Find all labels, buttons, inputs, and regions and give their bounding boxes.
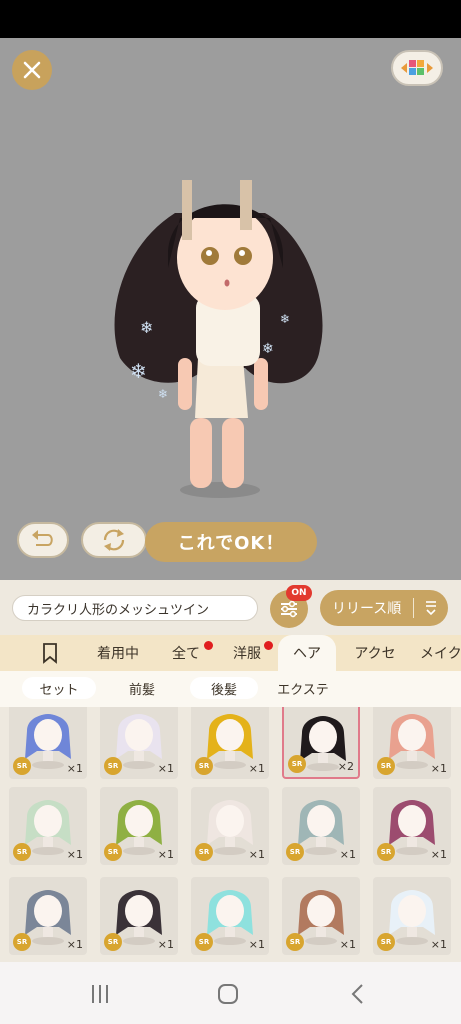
item-count: ×1 <box>157 848 174 861</box>
hair-item-card[interactable]: SR ×1 <box>191 787 269 865</box>
svg-text:❄: ❄ <box>140 318 153 337</box>
rarity-badge: SR <box>377 843 395 861</box>
rarity-badge: SR <box>13 933 31 951</box>
subtab-set[interactable]: セット <box>22 677 96 699</box>
rarity-badge: SR <box>13 757 31 775</box>
rarity-badge: SR <box>286 933 304 951</box>
hair-item-card[interactable]: SR ×1 <box>282 787 360 865</box>
item-count: ×1 <box>66 762 83 775</box>
tab-makeup[interactable]: メイク <box>420 635 461 671</box>
nav-back-button[interactable] <box>343 979 373 1009</box>
item-count: ×1 <box>248 848 265 861</box>
svg-text:❄: ❄ <box>262 341 274 357</box>
rarity-badge: SR <box>195 843 213 861</box>
item-count: ×1 <box>248 762 265 775</box>
background-select-button[interactable] <box>391 50 443 86</box>
hair-item-card[interactable]: SR ×1 <box>282 877 360 955</box>
status-bar <box>0 0 461 38</box>
tab-accessories[interactable]: アクセ <box>344 635 406 671</box>
item-count: ×1 <box>339 848 356 861</box>
rarity-badge: SR <box>104 843 122 861</box>
sort-label: リリース順 <box>320 598 415 618</box>
tab-clothes[interactable]: 洋服 <box>222 635 272 671</box>
hair-item-card[interactable]: SR ×1 <box>100 787 178 865</box>
item-count: ×1 <box>430 762 447 775</box>
rarity-badge: SR <box>288 755 306 773</box>
avatar-stage: ❄ ❄ ❄ ❄ ❄ これでOK！ <box>0 38 461 580</box>
background-palette-icon <box>401 60 433 75</box>
close-button[interactable] <box>12 50 52 90</box>
hair-item-card[interactable]: SR ×2 <box>282 707 360 779</box>
rarity-badge: SR <box>377 757 395 775</box>
sort-icon <box>414 599 448 617</box>
tab-bookmark[interactable] <box>30 635 70 671</box>
item-count: ×1 <box>66 938 83 951</box>
subtab-back-hair[interactable]: 後髪 <box>190 677 258 699</box>
avatar-character: ❄ ❄ ❄ ❄ ❄ <box>114 180 323 498</box>
rarity-badge: SR <box>377 933 395 951</box>
rarity-badge: SR <box>104 757 122 775</box>
hair-item-card[interactable]: SR ×1 <box>9 877 87 955</box>
system-nav-bar <box>0 962 461 1024</box>
category-tabs: 着用中 全て 洋服 ヘア アクセ メイク <box>0 635 461 671</box>
hair-item-grid: SR ×1 SR ×1 SR ×1 SR ×2 SR ×1 SR ×1 SR ×1 SR ×1 SR ×1 SR ×1… <box>0 707 461 962</box>
item-count: ×2 <box>337 760 354 773</box>
rarity-badge: SR <box>286 843 304 861</box>
hair-item-card[interactable]: SR ×1 <box>373 877 451 955</box>
hair-item-card[interactable]: SR ×1 <box>191 707 269 779</box>
rotate-button[interactable] <box>81 522 147 558</box>
item-count: ×1 <box>248 938 265 951</box>
rarity-badge: SR <box>195 757 213 775</box>
selected-item-name: カラクリ人形のメッシュツイン <box>12 595 258 621</box>
nav-recents-icon <box>92 985 108 1003</box>
tab-wearing[interactable]: 着用中 <box>88 635 148 671</box>
sort-button[interactable]: リリース順 <box>320 590 448 626</box>
nav-home-icon <box>218 984 238 1004</box>
hair-item-card[interactable]: SR ×1 <box>100 877 178 955</box>
subtab-extensions[interactable]: エクステ <box>268 677 338 699</box>
tab-all[interactable]: 全て <box>162 635 210 671</box>
nav-recents-button[interactable] <box>85 979 115 1009</box>
nav-home-button[interactable] <box>213 979 243 1009</box>
bookmark-icon <box>43 643 57 664</box>
hair-item-card[interactable]: SR ×1 <box>100 707 178 779</box>
hair-item-card[interactable]: SR ×1 <box>191 877 269 955</box>
svg-text:❄: ❄ <box>130 359 147 383</box>
filter-sliders-icon <box>281 600 297 618</box>
item-count: ×1 <box>339 938 356 951</box>
nav-back-icon <box>351 984 363 1004</box>
rarity-badge: SR <box>195 933 213 951</box>
hair-item-card[interactable]: SR ×1 <box>9 787 87 865</box>
item-count: ×1 <box>430 938 447 951</box>
tab-all-notification-dot <box>204 641 213 650</box>
undo-icon <box>32 530 53 546</box>
item-count: ×1 <box>157 762 174 775</box>
rarity-badge: SR <box>13 843 31 861</box>
hair-item-card[interactable]: SR ×1 <box>373 707 451 779</box>
tab-clothes-notification-dot <box>264 641 273 650</box>
item-count: ×1 <box>66 848 83 861</box>
item-count: ×1 <box>157 938 174 951</box>
undo-button[interactable] <box>17 522 69 558</box>
subtab-bangs[interactable]: 前髪 <box>112 677 172 699</box>
svg-text:❄: ❄ <box>158 387 168 401</box>
hair-item-card[interactable]: SR ×1 <box>373 787 451 865</box>
hair-subtabs: セット 前髪 後髪 エクステ <box>0 671 461 707</box>
svg-text:❄: ❄ <box>280 312 290 326</box>
hair-item-card[interactable]: SR ×1 <box>9 707 87 779</box>
item-panel: カラクリ人形のメッシュツイン ON リリース順 着用中 全て 洋服 ヘア アクセ… <box>0 580 461 962</box>
rotate-icon <box>103 529 125 551</box>
tab-hair[interactable]: ヘア <box>278 635 336 671</box>
confirm-ok-button[interactable]: これでOK！ <box>145 522 317 562</box>
close-icon <box>23 61 41 79</box>
rarity-badge: SR <box>104 933 122 951</box>
item-count: ×1 <box>430 848 447 861</box>
filter-on-badge: ON <box>286 585 312 601</box>
